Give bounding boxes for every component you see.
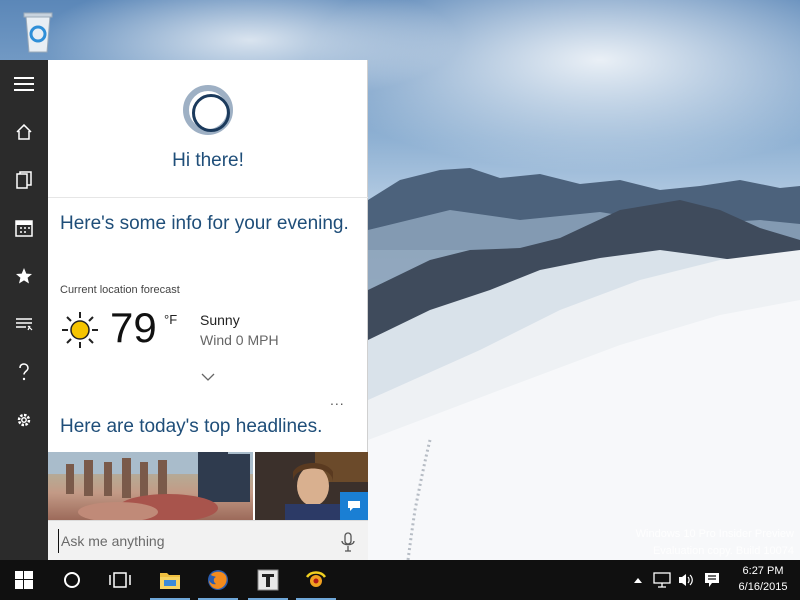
home-icon	[16, 124, 32, 140]
firefox-button[interactable]	[194, 560, 242, 600]
speech-bubble-icon	[348, 501, 360, 511]
cortana-button[interactable]	[48, 560, 96, 600]
typora-icon	[257, 569, 279, 591]
watermark-line-2: Evaluation copy. Build 10074	[652, 545, 794, 557]
chevron-up-icon	[634, 578, 642, 583]
temperature: 79	[110, 304, 157, 351]
menu-icon	[14, 77, 34, 91]
sun-icon	[62, 312, 98, 348]
calendar-button[interactable]	[0, 204, 48, 252]
wind-speed: Wind 0 MPH	[200, 332, 279, 348]
firefox-icon	[208, 570, 228, 590]
temperature-unit: °F	[164, 312, 178, 327]
volume-tray-button[interactable]	[676, 570, 696, 590]
headline-image-1[interactable]	[48, 452, 253, 520]
taskbar: 6:27 PM 6/16/2015	[0, 560, 800, 600]
sun-app-button[interactable]	[292, 560, 340, 600]
feedback-icon	[16, 318, 33, 331]
clock[interactable]: 6:27 PM 6/16/2015	[730, 563, 796, 595]
task-view-icon	[109, 572, 131, 588]
settings-button[interactable]	[0, 396, 48, 444]
network-tray-button[interactable]	[652, 570, 672, 590]
greeting: Hi there!	[172, 150, 244, 171]
cortana-header: Hi there!	[48, 60, 368, 198]
search-bar	[48, 520, 368, 560]
recycle-bin-icon[interactable]	[18, 8, 58, 54]
interests-button[interactable]	[0, 252, 48, 300]
network-icon	[653, 572, 671, 588]
calendar-icon	[15, 220, 33, 237]
notification-icon	[705, 573, 719, 587]
help-icon	[19, 363, 29, 381]
file-explorer-icon	[160, 573, 180, 589]
start-icon	[15, 571, 33, 589]
notification-badge[interactable]	[340, 492, 368, 520]
typora-button[interactable]	[244, 560, 292, 600]
menu-button[interactable]	[0, 60, 48, 108]
volume-icon	[679, 574, 693, 586]
feedback-button[interactable]	[0, 300, 48, 348]
forecast-label: Current location forecast	[60, 284, 180, 296]
notebook-icon	[16, 171, 32, 189]
start-button[interactable]	[0, 560, 48, 600]
settings-icon	[17, 413, 31, 427]
info-title: Here's some info for your evening.	[60, 213, 349, 234]
clock-time: 6:27 PM	[742, 565, 784, 577]
cortana-panel: Hi there! Here's some info for your even…	[48, 60, 368, 560]
help-button[interactable]	[0, 348, 48, 396]
notebook-button[interactable]	[0, 156, 48, 204]
task-view-button[interactable]	[96, 560, 144, 600]
sun-app-icon	[305, 571, 327, 587]
headlines-title: Here are today's top headlines.	[60, 416, 323, 437]
star-icon	[16, 268, 32, 284]
chevron-down-icon[interactable]	[200, 372, 216, 382]
file-explorer-button[interactable]	[146, 560, 194, 600]
cortana-logo-icon	[183, 85, 233, 135]
microphone-icon[interactable]	[340, 532, 356, 552]
more-options-button[interactable]: ...	[330, 392, 345, 408]
show-hidden-icons[interactable]	[628, 570, 648, 590]
action-center-button[interactable]	[702, 570, 722, 590]
weather-condition: Sunny	[200, 312, 240, 328]
home-button[interactable]	[0, 108, 48, 156]
watermark-line-1: Windows 10 Pro Insider Preview	[635, 528, 794, 540]
cortana-rail	[0, 60, 48, 560]
search-input[interactable]	[58, 529, 328, 553]
beach-crowd-image	[48, 452, 253, 520]
clock-date: 6/16/2015	[738, 581, 788, 593]
cortana-icon	[64, 572, 80, 588]
windows-watermark: Windows 10 Pro Insider Preview Evaluatio…	[636, 526, 794, 560]
